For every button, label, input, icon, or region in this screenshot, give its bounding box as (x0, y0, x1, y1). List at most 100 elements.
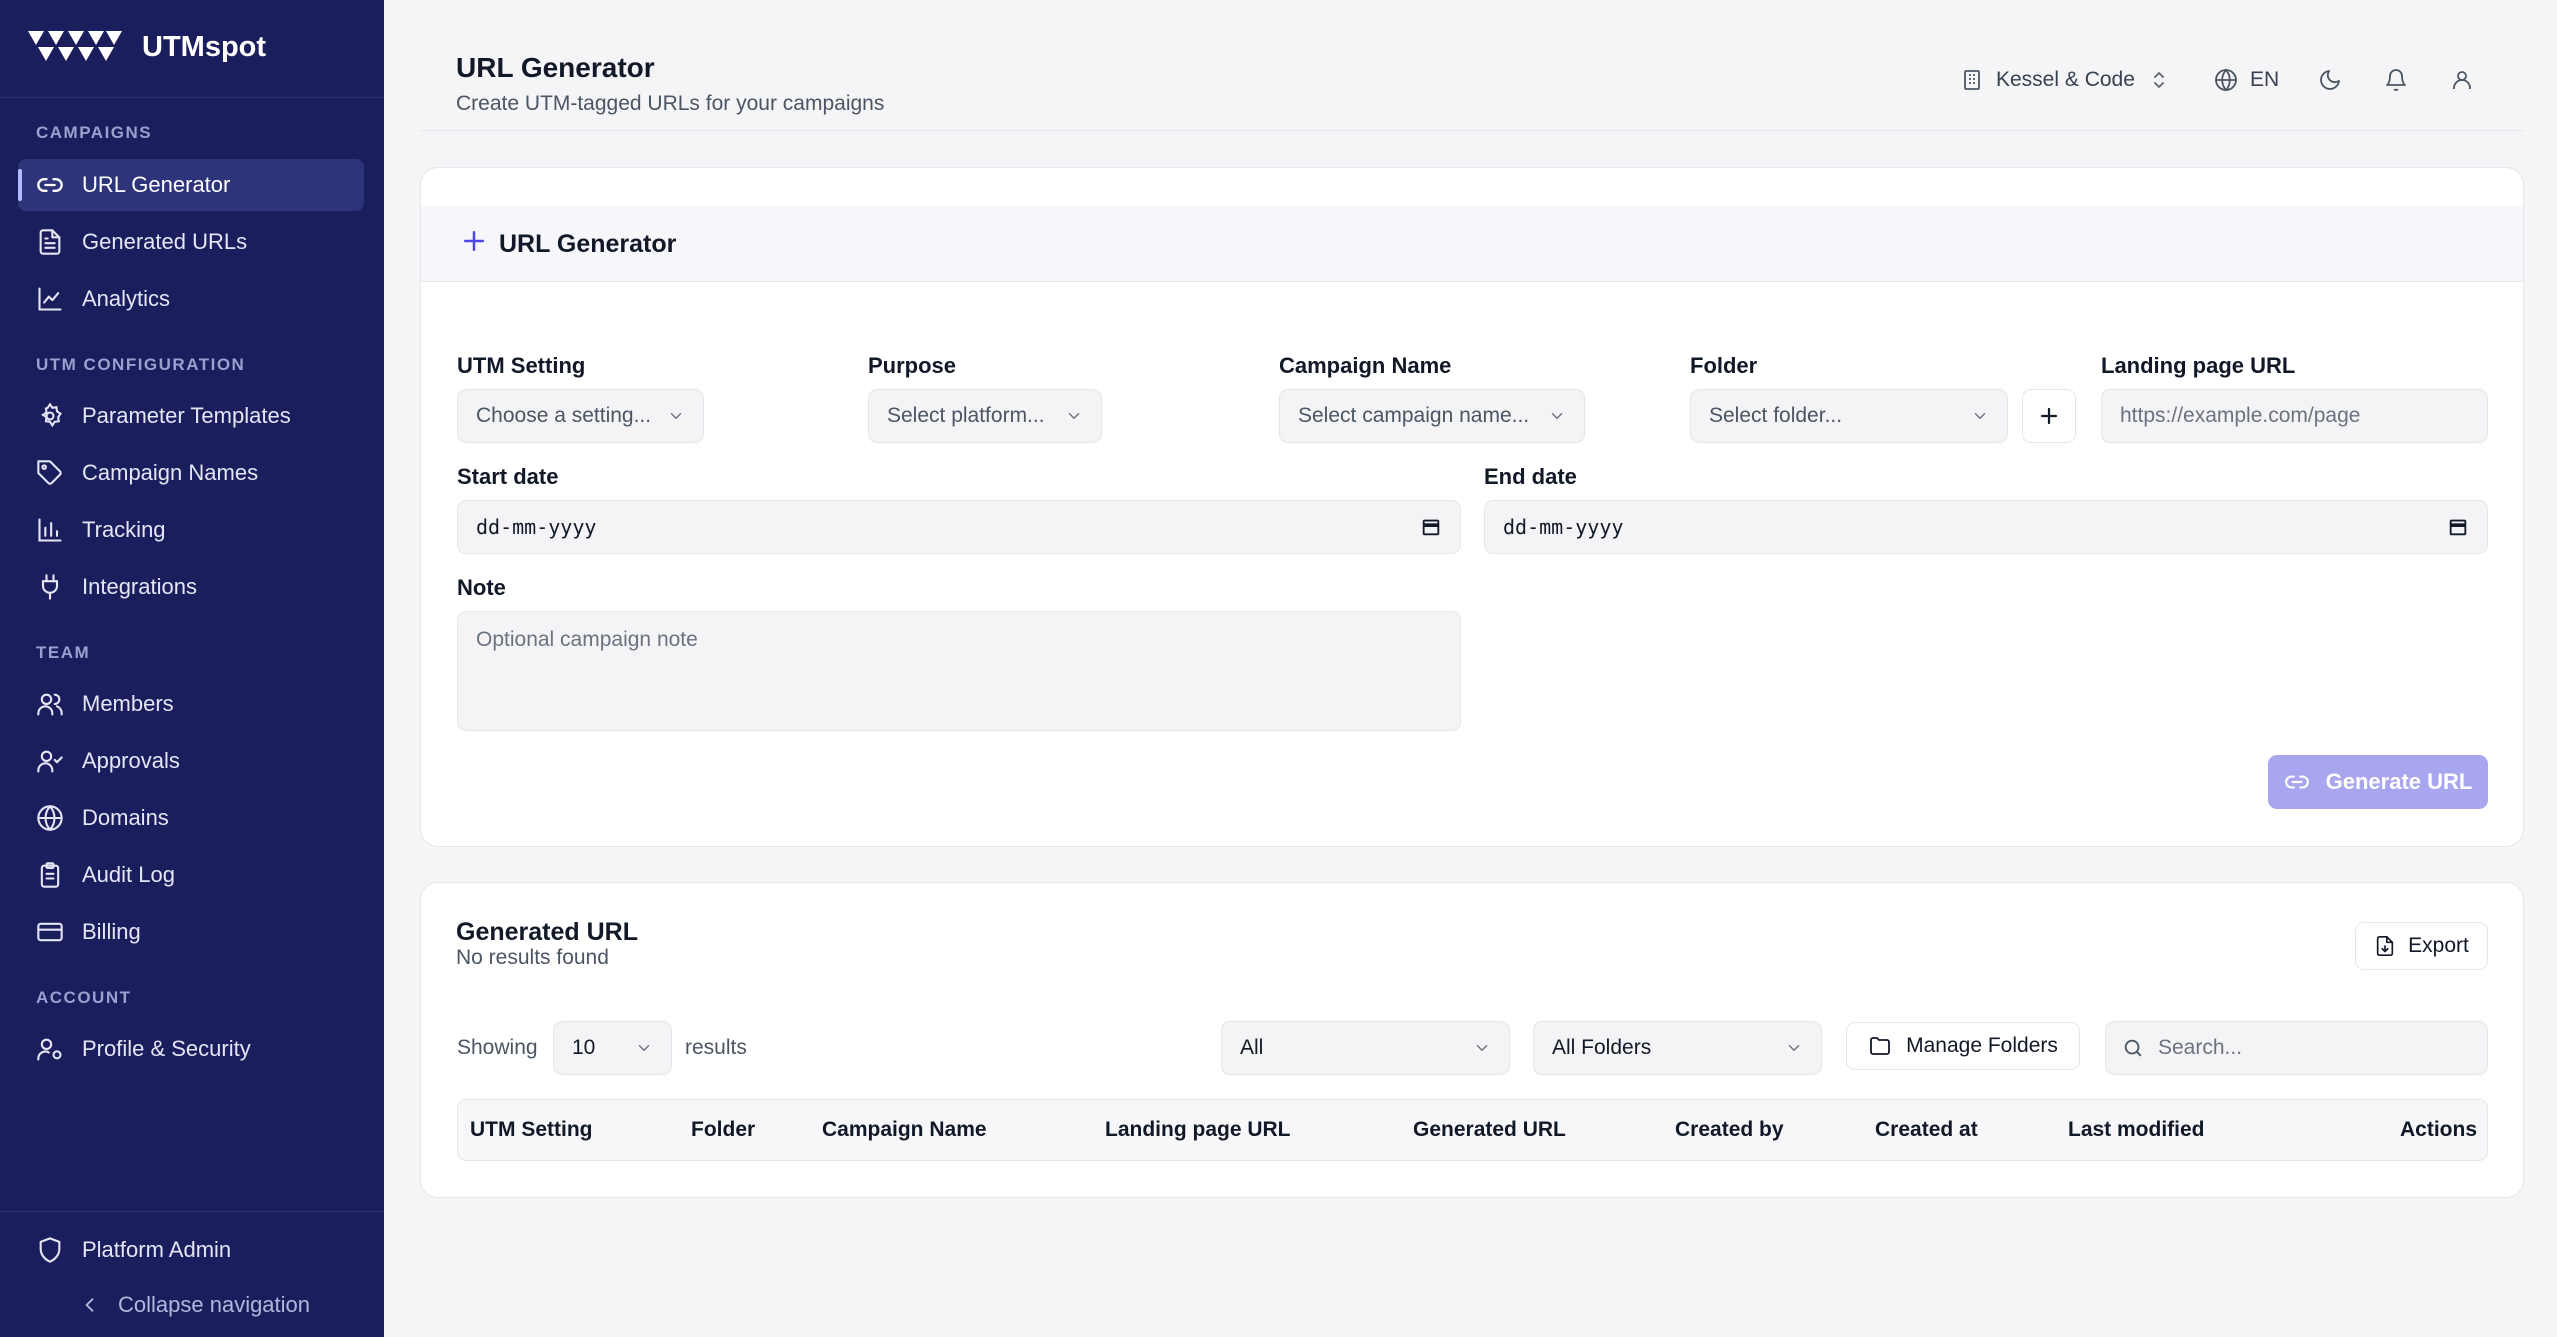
chevron-down-icon (1974, 413, 1986, 420)
language-switcher[interactable]: EN (2214, 68, 2279, 92)
file-text-icon (39, 229, 61, 255)
chevron-down-icon (1551, 413, 1563, 420)
sidebar-item-approvals[interactable]: Approvals (18, 735, 364, 787)
sidebar-item-label: Tracking (82, 517, 166, 542)
header-divider (420, 130, 2524, 131)
generate-url-button[interactable]: Generate URL (2268, 755, 2488, 809)
sidebar-item-integrations[interactable]: Integrations (18, 561, 364, 613)
search-placeholder: Search... (2158, 1036, 2243, 1059)
purpose-select[interactable]: Select platform... (868, 389, 1102, 443)
search-input[interactable]: Search... (2105, 1021, 2488, 1075)
sidebar-item-campaign-names[interactable]: Campaign Names (18, 447, 364, 499)
calendar-icon (2449, 519, 2467, 536)
sidebar-item-tracking[interactable]: Tracking (18, 504, 364, 556)
gear-icon (41, 402, 62, 428)
export-button[interactable]: Export (2355, 922, 2488, 970)
status-filter-value: All (1240, 1036, 1264, 1059)
manage-folders-button[interactable]: Manage Folders (1846, 1022, 2080, 1070)
bar-chart-icon (38, 518, 62, 542)
user-menu-button[interactable] (2450, 68, 2474, 92)
sidebar-divider (0, 97, 384, 98)
sidebar-item-profile-security[interactable]: Profile & Security (18, 1023, 364, 1075)
notifications-button[interactable] (2384, 68, 2408, 92)
collapse-label: Collapse navigation (118, 1292, 311, 1317)
utm-setting-select[interactable]: Choose a setting... (457, 389, 704, 443)
purpose-label: Purpose (868, 353, 957, 378)
results-table-header: UTM Setting Folder Campaign Name Landing… (457, 1099, 2488, 1161)
moon-icon (2320, 70, 2340, 90)
users-icon (37, 693, 63, 716)
collapse-navigation-button[interactable]: Collapse navigation (80, 1292, 310, 1318)
start-date-label: Start date (457, 464, 559, 489)
file-export-icon (2376, 936, 2394, 956)
sidebar-item-analytics[interactable]: Analytics (18, 273, 364, 325)
sidebar-item-billing[interactable]: Billing (18, 906, 364, 958)
sidebar-item-parameter-templates[interactable]: Parameter Templates (18, 390, 364, 442)
app-name: UTMspot (142, 30, 267, 63)
plus-icon (2040, 407, 2058, 425)
section-campaigns: CAMPAIGNS (36, 123, 153, 142)
sidebar-item-label: URL Generator (82, 172, 231, 197)
sidebar-item-domains[interactable]: Domains (18, 792, 364, 844)
column-header-campaign-name[interactable]: Campaign Name (822, 1118, 987, 1142)
plus-icon (464, 231, 484, 251)
shield-icon (39, 1237, 61, 1263)
line-chart-icon (38, 287, 62, 311)
card-header[interactable]: URL Generator (421, 206, 2523, 282)
landing-url-placeholder: https://example.com/page (2120, 404, 2361, 427)
bell-icon (2386, 69, 2406, 91)
workspace-switcher[interactable]: Kessel & Code (1960, 68, 2171, 92)
column-header-utm-setting[interactable]: UTM Setting (470, 1118, 592, 1142)
campaign-name-select[interactable]: Select campaign name... (1279, 389, 1585, 443)
column-header-created-at[interactable]: Created at (1875, 1118, 1978, 1142)
section-utm-configuration: UTM CONFIGURATION (36, 355, 246, 374)
user-check-icon (37, 750, 63, 773)
chevron-left-icon (85, 1298, 94, 1312)
folder-placeholder: Select folder... (1709, 404, 1843, 427)
note-placeholder: Optional campaign note (476, 628, 698, 651)
note-label: Note (457, 575, 506, 600)
column-header-last-modified[interactable]: Last modified (2068, 1118, 2205, 1142)
sidebar-item-audit-log[interactable]: Audit Log (18, 849, 364, 901)
section-team: TEAM (36, 643, 91, 662)
sidebar-item-platform-admin[interactable]: Platform Admin (18, 1224, 364, 1276)
sidebar-item-url-generator[interactable]: URL Generator (18, 159, 364, 211)
chevron-down-icon (1476, 1045, 1488, 1052)
add-folder-button[interactable] (2022, 389, 2076, 443)
landing-url-label: Landing page URL (2101, 353, 2296, 378)
chevron-down-icon (1788, 1045, 1800, 1052)
folder-filter-select[interactable]: All Folders (1533, 1021, 1822, 1075)
note-textarea[interactable]: Optional campaign note (457, 611, 1461, 731)
column-header-created-by[interactable]: Created by (1675, 1118, 1784, 1142)
chevron-down-icon (638, 1045, 650, 1052)
start-date-input[interactable]: dd-mm-yyyy (457, 500, 1461, 554)
landing-url-input[interactable]: https://example.com/page (2101, 389, 2488, 443)
sidebar-item-members[interactable]: Members (18, 678, 364, 730)
end-date-input[interactable]: dd-mm-yyyy (1484, 500, 2488, 554)
sidebar-divider (0, 1211, 384, 1212)
sidebar-item-label: Analytics (82, 286, 171, 311)
workspace-name: Kessel & Code (1996, 68, 2135, 91)
folder-select[interactable]: Select folder... (1690, 389, 2008, 443)
link-icon (2284, 775, 2309, 789)
app-logo[interactable]: UTMspot (28, 26, 266, 68)
campaign-name-label: Campaign Name (1279, 353, 1452, 378)
card-title: URL Generator (499, 229, 677, 258)
page-size-value: 10 (572, 1036, 596, 1059)
status-filter-select[interactable]: All (1221, 1021, 1510, 1075)
campaign-name-placeholder: Select campaign name... (1298, 404, 1530, 427)
column-header-generated-url[interactable]: Generated URL (1413, 1118, 1566, 1142)
plug-icon (41, 574, 59, 600)
sidebar-item-generated-urls[interactable]: Generated URLs (18, 216, 364, 268)
user-icon (2453, 71, 2471, 89)
theme-toggle[interactable] (2318, 68, 2342, 92)
globe-icon (37, 804, 63, 832)
column-header-landing-page-url[interactable]: Landing page URL (1105, 1118, 1291, 1142)
building-icon (1964, 70, 1980, 90)
sidebar-item-label: Campaign Names (82, 460, 259, 485)
column-header-folder[interactable]: Folder (691, 1118, 755, 1142)
search-icon (2124, 1039, 2142, 1057)
page-size-select[interactable]: 10 (553, 1021, 672, 1075)
link-icon (37, 178, 63, 192)
manage-folders-label: Manage Folders (1906, 1034, 2058, 1057)
